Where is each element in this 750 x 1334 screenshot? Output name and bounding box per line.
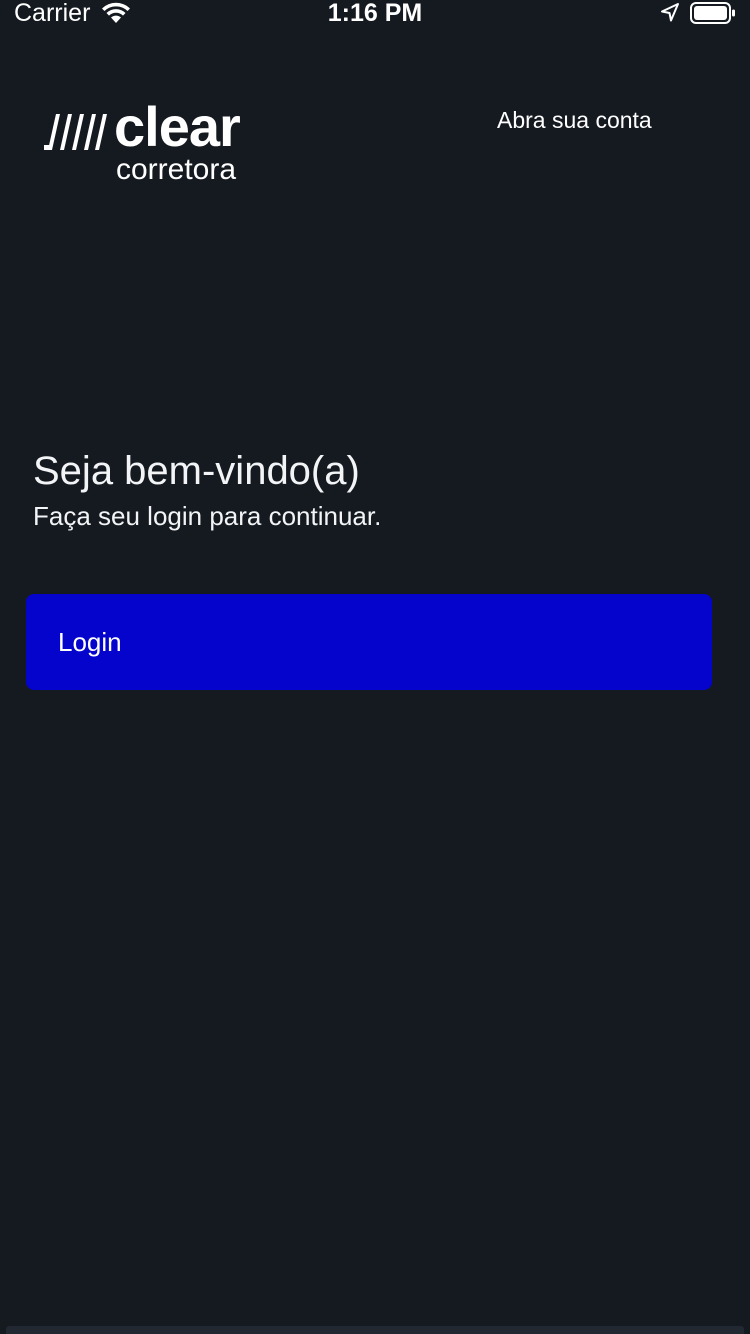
status-bar: Carrier 1:16 PM: [0, 0, 750, 40]
logo-subtext: corretora: [116, 153, 237, 186]
clear-logo: clear corretora: [44, 96, 284, 188]
logo-wordmark: clear: [114, 95, 241, 158]
bottom-edge-bar: [6, 1326, 744, 1334]
login-screen: Carrier 1:16 PM clear corretora Abra sua…: [0, 0, 750, 1334]
status-right-icons: [660, 0, 736, 26]
battery-icon: [690, 1, 736, 25]
open-account-link[interactable]: Abra sua conta: [497, 106, 652, 134]
location-icon: [660, 2, 680, 24]
welcome-title: Seja bem-vindo(a): [33, 449, 360, 493]
welcome-subtitle: Faça seu login para continuar.: [33, 501, 382, 531]
status-time: 1:16 PM: [327, 0, 423, 27]
logo-bars-icon: [44, 114, 107, 150]
login-button[interactable]: Login: [26, 594, 712, 690]
